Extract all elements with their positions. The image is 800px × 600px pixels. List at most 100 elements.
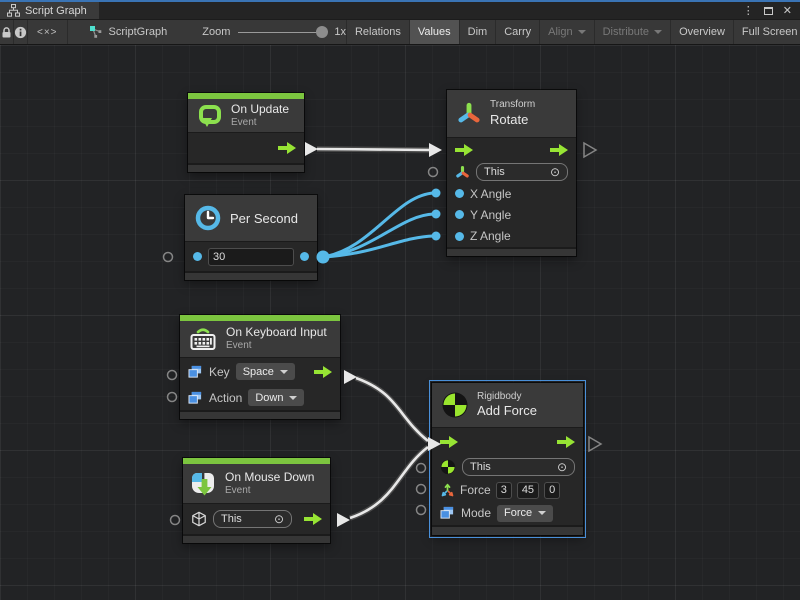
info-icon	[14, 26, 27, 39]
addforce-mode-circle	[417, 506, 426, 515]
flow-out-port[interactable]	[550, 144, 568, 156]
chevron-down-icon	[289, 396, 297, 400]
flow-in-port[interactable]	[455, 144, 473, 156]
zoom-control: Zoom 1x	[202, 20, 346, 44]
node-category: Transform	[490, 99, 535, 112]
addforce-flow-out-triangle	[589, 437, 601, 451]
distribute-label: Distribute	[603, 26, 649, 38]
value-in-port[interactable]	[455, 210, 464, 219]
carry-button[interactable]: Carry	[495, 20, 539, 44]
value-in-port[interactable]	[193, 252, 202, 261]
zoom-slider-handle[interactable]	[316, 26, 328, 38]
keyboard-key-circle	[168, 371, 177, 380]
keyboard-action-circle	[168, 393, 177, 402]
full-screen-button[interactable]: Full Screen	[733, 20, 800, 44]
target-picker-icon[interactable]: ⊙	[274, 513, 284, 525]
addforce-force-circle	[417, 485, 426, 494]
flow-out-port[interactable]	[278, 142, 296, 154]
this-value: This	[221, 513, 242, 525]
chevron-down-icon	[578, 30, 586, 34]
dim-button[interactable]: Dim	[459, 20, 496, 44]
relations-button[interactable]: Relations	[346, 20, 409, 44]
tab-label: Script Graph	[25, 5, 87, 17]
flow-in-port[interactable]	[440, 436, 458, 448]
key-dropdown[interactable]: Space	[236, 363, 295, 380]
zoom-slider[interactable]	[238, 32, 326, 33]
per-second-value: 30	[213, 251, 225, 263]
zoom-value: 1x	[334, 26, 346, 38]
value-in-port[interactable]	[455, 189, 464, 198]
connections-layer	[0, 45, 800, 600]
chevron-down-icon	[280, 370, 288, 374]
graph-canvas[interactable]: On Update Event Transform Rotate	[0, 45, 800, 600]
node-subtitle: Event	[231, 117, 289, 130]
mouse-this-circle	[171, 516, 180, 525]
value-output-dot[interactable]	[317, 251, 330, 264]
force-z-input[interactable]: 0	[544, 482, 560, 499]
graph-toolbar: <×> ScriptGraph Zoom 1x Relations Values…	[0, 19, 800, 45]
connection-update-to-rotate	[305, 142, 442, 157]
graph-hierarchy-icon	[7, 4, 20, 17]
info-button[interactable]	[14, 20, 28, 44]
value-out-port[interactable]	[300, 252, 309, 261]
code-icon: <×>	[37, 27, 58, 38]
flow-out-port[interactable]	[304, 513, 322, 525]
node-add-force[interactable]: Rigidbody Add Force This ⊙	[432, 383, 583, 535]
graph-breadcrumb[interactable]: ScriptGraph	[80, 20, 177, 44]
node-footer	[432, 525, 583, 535]
enum-icon	[188, 391, 203, 405]
key-value: Space	[243, 366, 274, 378]
per-second-value-input[interactable]: 30	[208, 248, 294, 266]
this-value: This	[470, 461, 491, 473]
chevron-down-icon	[654, 30, 662, 34]
mode-dropdown[interactable]: Force	[497, 505, 553, 522]
node-title: Rotate	[490, 112, 535, 128]
force-y-input[interactable]: 45	[517, 482, 539, 499]
flow-out-port[interactable]	[557, 436, 575, 448]
values-button[interactable]: Values	[409, 20, 459, 44]
titlebar: Script Graph ⋮ ✕	[0, 2, 800, 19]
this-target-field[interactable]: This ⊙	[462, 458, 575, 476]
window-menu-icon[interactable]: ⋮	[743, 4, 754, 17]
gameobject-cube-icon	[191, 511, 207, 527]
value-in-port[interactable]	[455, 232, 464, 241]
node-footer	[180, 410, 340, 419]
node-per-second[interactable]: Per Second 30	[185, 195, 317, 280]
node-rotate[interactable]: Transform Rotate This ⊙ X Angle	[447, 90, 576, 256]
flow-out-port[interactable]	[314, 366, 332, 378]
edit-source-button[interactable]: <×>	[28, 20, 68, 44]
close-icon[interactable]: ✕	[783, 4, 792, 17]
port-label: Y Angle	[470, 208, 511, 222]
node-footer	[185, 271, 317, 280]
this-target-field[interactable]: This ⊙	[213, 510, 292, 528]
node-subtitle: Event	[225, 485, 314, 498]
rigidbody-icon	[441, 391, 469, 419]
rotate-flow-out-triangle	[584, 143, 596, 157]
node-on-update[interactable]: On Update Event	[188, 93, 304, 172]
node-on-mouse-down[interactable]: On Mouse Down Event This ⊙	[183, 458, 330, 543]
lock-button[interactable]	[0, 20, 14, 44]
maximize-icon[interactable]	[764, 7, 773, 15]
overview-button[interactable]: Overview	[670, 20, 733, 44]
node-on-keyboard-input[interactable]: On Keyboard Input Event Key Space	[180, 315, 340, 419]
node-subtitle: Event	[226, 340, 327, 353]
this-target-field[interactable]: This ⊙	[476, 163, 568, 181]
transform-icon	[456, 101, 482, 127]
target-picker-icon[interactable]: ⊙	[557, 461, 567, 473]
action-dropdown[interactable]: Down	[248, 389, 304, 406]
titlebar-spacer	[99, 2, 743, 19]
target-picker-icon[interactable]: ⊙	[550, 166, 560, 178]
persecond-input-circle	[164, 253, 173, 262]
align-button[interactable]: Align	[539, 20, 593, 44]
enum-icon	[188, 365, 203, 379]
port-label: X Angle	[470, 187, 511, 201]
this-value: This	[484, 166, 505, 178]
force-y-value: 45	[522, 484, 534, 496]
force-x-input[interactable]: 3	[496, 482, 512, 499]
mode-value: Force	[504, 507, 532, 519]
mode-label: Mode	[461, 506, 491, 520]
enum-icon	[440, 506, 455, 520]
tab-script-graph[interactable]: Script Graph	[0, 2, 99, 19]
distribute-button[interactable]: Distribute	[594, 20, 670, 44]
mouse-down-icon	[192, 470, 217, 497]
